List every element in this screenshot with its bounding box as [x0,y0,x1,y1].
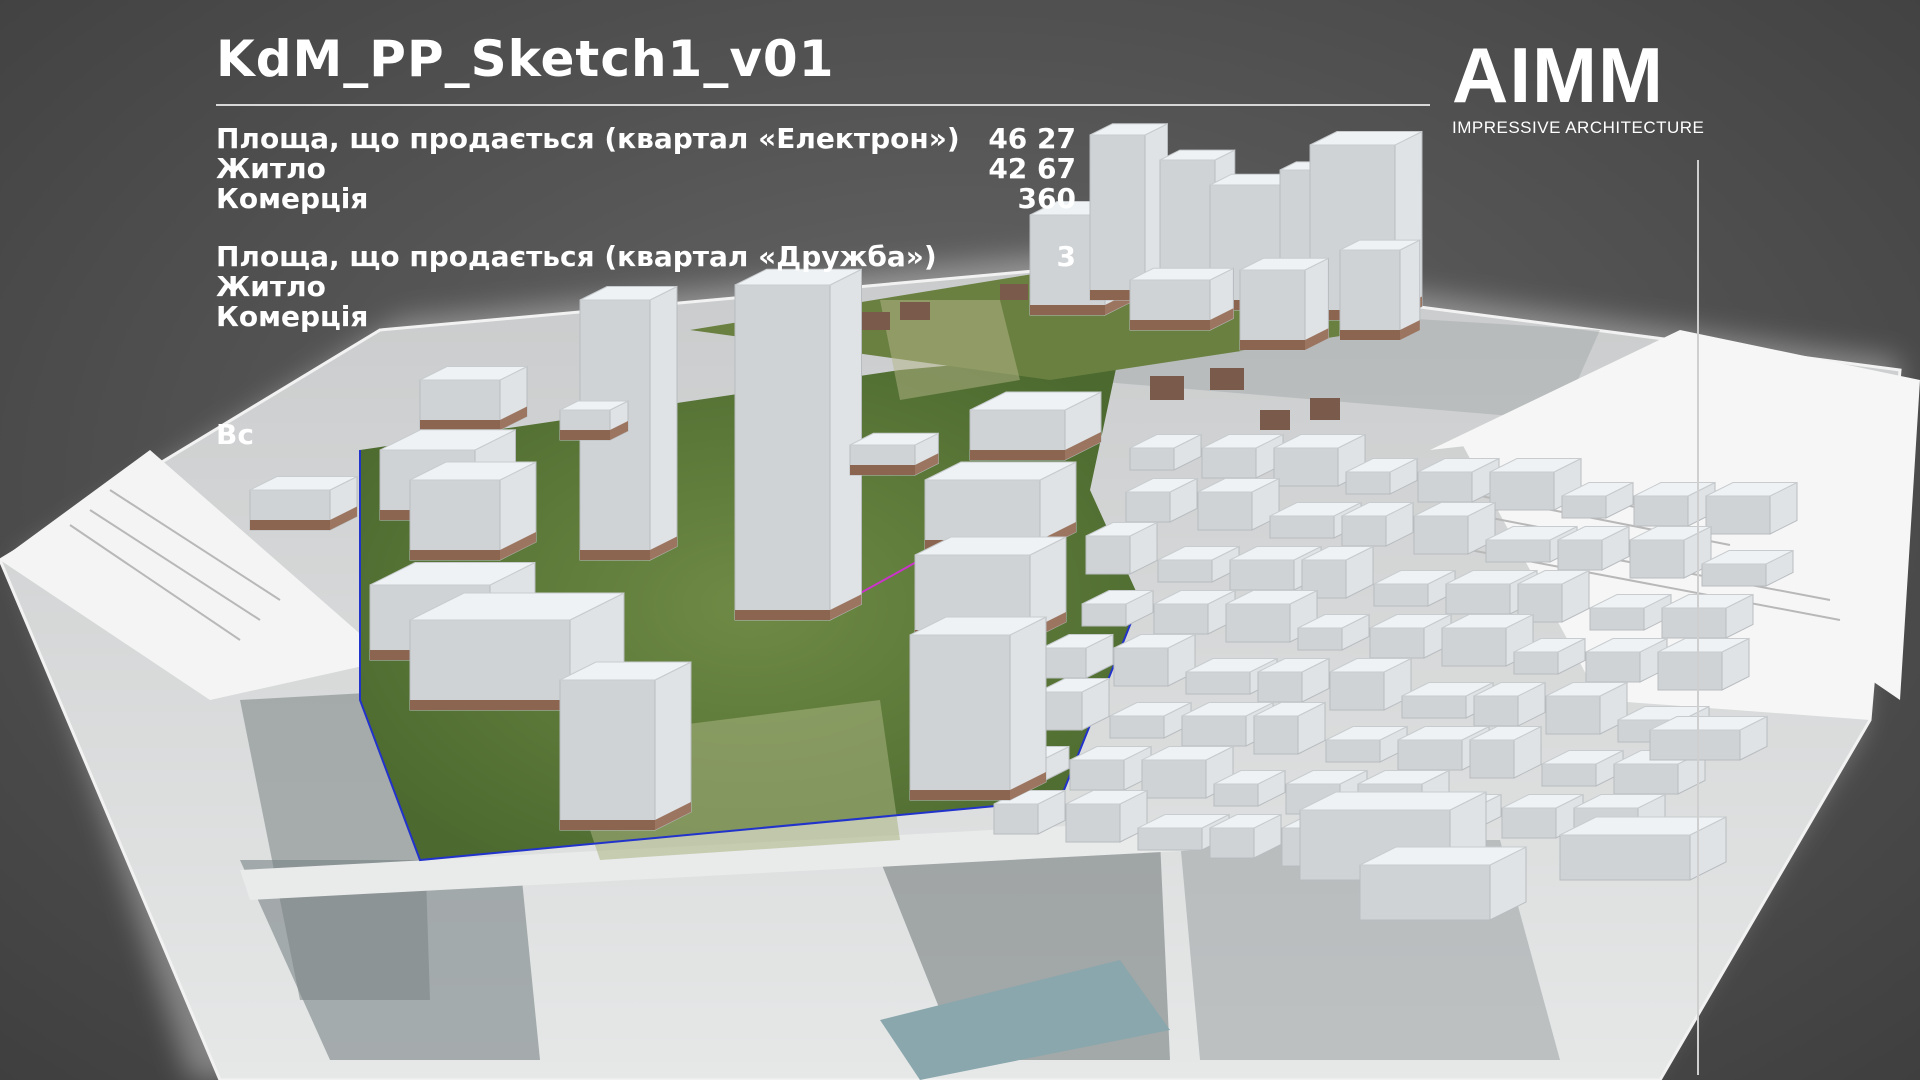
stat-value: 3 [1056,240,1076,273]
brown-building [1210,368,1244,390]
stat-label: Площа, що продається (квартал «Електрон»… [216,122,960,155]
aimm-logo: AIMM IMPRESSIVE ARCHITECTURE [1452,36,1704,138]
stat-row: Площа, що продається (квартал «Електрон»… [216,122,1076,155]
low-rise-building [1065,789,1148,843]
low-rise-building [1545,681,1628,735]
stat-label: Комерція [216,182,369,215]
logo-divider [1697,160,1699,1075]
stat-label-partial: Вс [216,418,254,451]
stat-row: Площа, що продається (квартал «Дружба») … [216,240,1076,273]
stat-label: Житло [216,270,326,303]
brown-building [1310,398,1340,420]
low-rise-building [1469,725,1542,779]
low-rise-building [1661,593,1754,639]
brown-building [1260,410,1290,430]
stat-value: 360 [1017,182,1076,215]
stat-row: Вс [216,418,1076,451]
stat-label: Площа, що продається (квартал «Дружба») [216,240,937,273]
low-rise-building [1705,481,1798,535]
stat-value: 42 67 [988,152,1076,185]
logo-wordmark: AIMM [1452,31,1664,119]
stat-row: Житло 42 67 [216,152,1076,185]
stat-label: Комерція [216,300,369,333]
stat-row: Комерція [216,300,1076,333]
low-rise-building [1037,677,1110,731]
mid-rise-block [249,475,358,531]
mid-rise-block [909,616,1047,801]
tower [1239,257,1329,351]
stat-row: Житло [216,270,1076,303]
low-rise-building [1113,633,1196,687]
low-rise-building [1559,816,1727,881]
mid-rise-block [559,661,692,831]
stat-label: Житло [216,152,326,185]
low-rise-building [1197,477,1280,531]
brown-building [1150,376,1184,400]
tower [1129,267,1234,331]
title-divider [216,104,1430,106]
low-rise-building [1359,846,1527,921]
low-rise-building [1649,715,1768,761]
project-title: KdM_PP_Sketch1_v01 [216,30,835,88]
low-rise-building [1329,657,1412,711]
tower [1339,239,1421,341]
logo-tagline: IMPRESSIVE ARCHITECTURE [1452,118,1705,137]
mid-rise-block [409,461,537,561]
stat-value: 46 27 [988,122,1076,155]
low-rise-building [1413,501,1496,555]
low-rise-building [1085,521,1158,575]
low-rise-building [1253,701,1326,755]
stat-row: Комерція 360 [216,182,1076,215]
low-rise-building [1657,637,1750,691]
stats-panel: Площа, що продається (квартал «Електрон»… [216,122,1076,451]
